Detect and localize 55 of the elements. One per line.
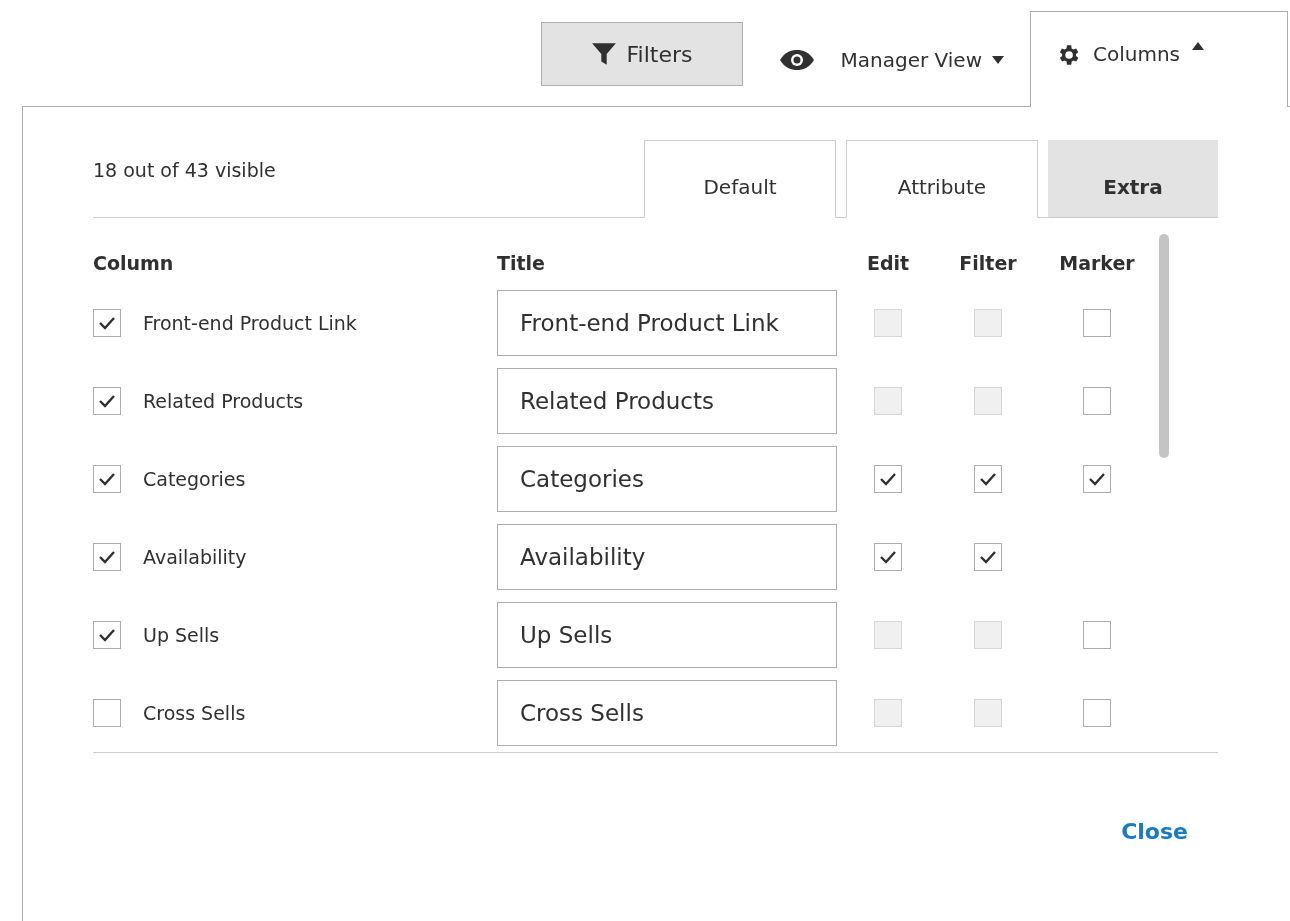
tab[interactable]: Extra: [1048, 140, 1218, 218]
check-icon: [98, 628, 116, 642]
caret-icon: [992, 56, 1004, 64]
checkbox[interactable]: [93, 309, 121, 337]
column-header: Column: [93, 251, 175, 276]
columns-dropdown[interactable]: Columns: [1030, 11, 1288, 107]
close-button[interactable]: Close: [1121, 819, 1188, 844]
checkbox[interactable]: [974, 543, 1002, 571]
check-icon: [979, 550, 997, 564]
filter-icon: [590, 41, 617, 67]
column-label: Categories: [143, 468, 246, 490]
checkbox[interactable]: [93, 387, 121, 415]
scrollbar[interactable]: [1159, 234, 1169, 458]
check-icon: [979, 472, 997, 486]
checkbox[interactable]: [874, 465, 902, 493]
filters-button[interactable]: Filters: [540, 22, 743, 86]
column-label: Up Sells: [143, 624, 220, 646]
checkbox[interactable]: [1083, 465, 1111, 493]
column-header: Edit: [865, 251, 911, 276]
tab[interactable]: Attribute: [846, 140, 1038, 218]
checkbox[interactable]: [874, 543, 902, 571]
checkbox[interactable]: [93, 621, 121, 649]
tab[interactable]: Default: [644, 140, 836, 218]
caret-icon: [1192, 42, 1204, 50]
column-label: Availability: [143, 546, 247, 568]
checkbox[interactable]: [1083, 387, 1111, 415]
checkbox[interactable]: [1083, 309, 1111, 337]
checkbox[interactable]: [1083, 621, 1111, 649]
check-icon: [98, 316, 116, 330]
column-header: Filter: [958, 251, 1018, 276]
column-label: Front-end Product Link: [143, 312, 357, 334]
column-label: Cross Sells: [143, 702, 246, 724]
check-icon: [98, 394, 116, 408]
checkbox[interactable]: [93, 465, 121, 493]
checkbox[interactable]: [1083, 699, 1111, 727]
eye-icon: [778, 49, 815, 71]
checkbox[interactable]: [93, 543, 121, 571]
column-label: Related Products: [143, 390, 304, 412]
view-dropdown[interactable]: Manager View: [778, 48, 1004, 72]
title-field[interactable]: Front-end Product Link: [497, 290, 837, 356]
checkbox[interactable]: [93, 699, 121, 727]
checkbox[interactable]: [974, 465, 1002, 493]
title-field[interactable]: Up Sells: [497, 602, 837, 668]
check-icon: [879, 472, 897, 486]
title-field[interactable]: Availability: [497, 524, 837, 590]
column-header: Marker: [1058, 251, 1136, 276]
title-field[interactable]: Categories: [497, 446, 837, 512]
title-field[interactable]: Related Products: [497, 368, 837, 434]
title-field[interactable]: Cross Sells: [497, 680, 837, 746]
check-icon: [98, 550, 116, 564]
check-icon: [98, 472, 116, 486]
check-icon: [1088, 472, 1106, 486]
visible-count: 18 out of 43 visible: [93, 159, 277, 181]
check-icon: [879, 550, 897, 564]
column-header: Title: [497, 251, 546, 276]
